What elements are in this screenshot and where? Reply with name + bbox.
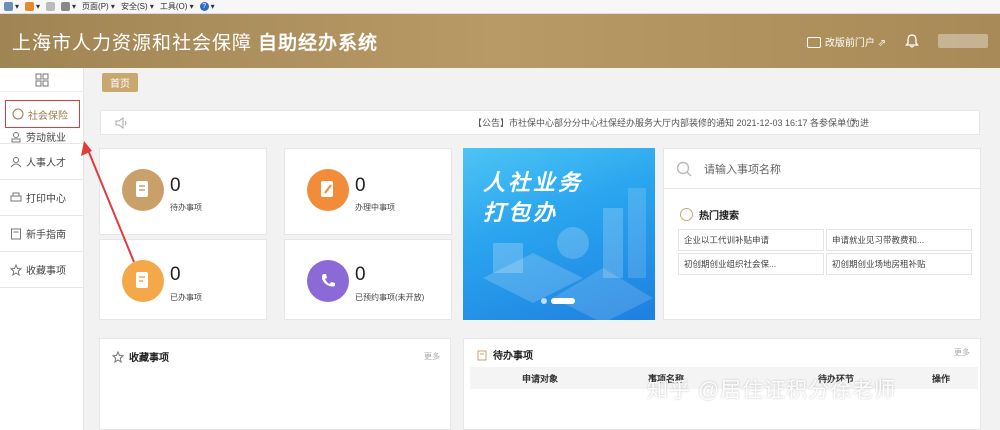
- todo-label: 待办事项: [493, 351, 533, 362]
- hot-search-item[interactable]: 初创期创业组织社会保...: [678, 253, 824, 275]
- col-action: 操作: [932, 374, 951, 384]
- hot-search-list: 企业以工代训补贴申请 申请就业见习带教费和... 初创期创业组织社会保... 初…: [678, 229, 972, 275]
- favorites-title: 收藏事项: [112, 349, 169, 364]
- search-card: 请输入事项名称 热门搜索 企业以工代训补贴申请 申请就业见习带教费和... 初创…: [663, 148, 981, 320]
- star-icon: [112, 350, 124, 363]
- hot-icon: [680, 208, 693, 221]
- banner-line-1: 人社业务: [483, 170, 584, 195]
- search-placeholder[interactable]: 请输入事项名称: [704, 161, 781, 177]
- todo-title: 待办事项: [476, 347, 533, 362]
- banner-line-2: 打包办: [483, 200, 559, 225]
- hot-search-title: 热门搜索: [680, 207, 739, 222]
- carousel-dots: [541, 298, 575, 304]
- search-box[interactable]: 请输入事项名称: [664, 149, 980, 189]
- hot-search-item[interactable]: 企业以工代训补贴申请: [678, 229, 824, 251]
- carousel-dot[interactable]: [541, 298, 547, 304]
- favorites-panel: 收藏事项 更多: [99, 338, 451, 430]
- favorites-label: 收藏事项: [129, 353, 169, 364]
- banner-text: 人社业务 打包办: [483, 168, 583, 228]
- promo-banner[interactable]: 人社业务 打包办: [463, 148, 655, 320]
- hot-search-label: 热门搜索: [699, 211, 739, 222]
- hot-search-item[interactable]: 申请就业见习带教费和...: [826, 229, 972, 251]
- watermark: 知乎 @居住证积分徐老师: [647, 379, 897, 402]
- carousel-dot-active[interactable]: [551, 298, 575, 304]
- hot-search-item[interactable]: 初创期创业场地房租补贴: [826, 253, 972, 275]
- favorites-more-link[interactable]: 更多: [424, 351, 440, 362]
- todo-more-link[interactable]: 更多: [954, 347, 970, 358]
- clipboard-icon: [477, 350, 487, 360]
- col-applicant: 申请对象: [522, 374, 559, 384]
- search-icon: [676, 161, 692, 176]
